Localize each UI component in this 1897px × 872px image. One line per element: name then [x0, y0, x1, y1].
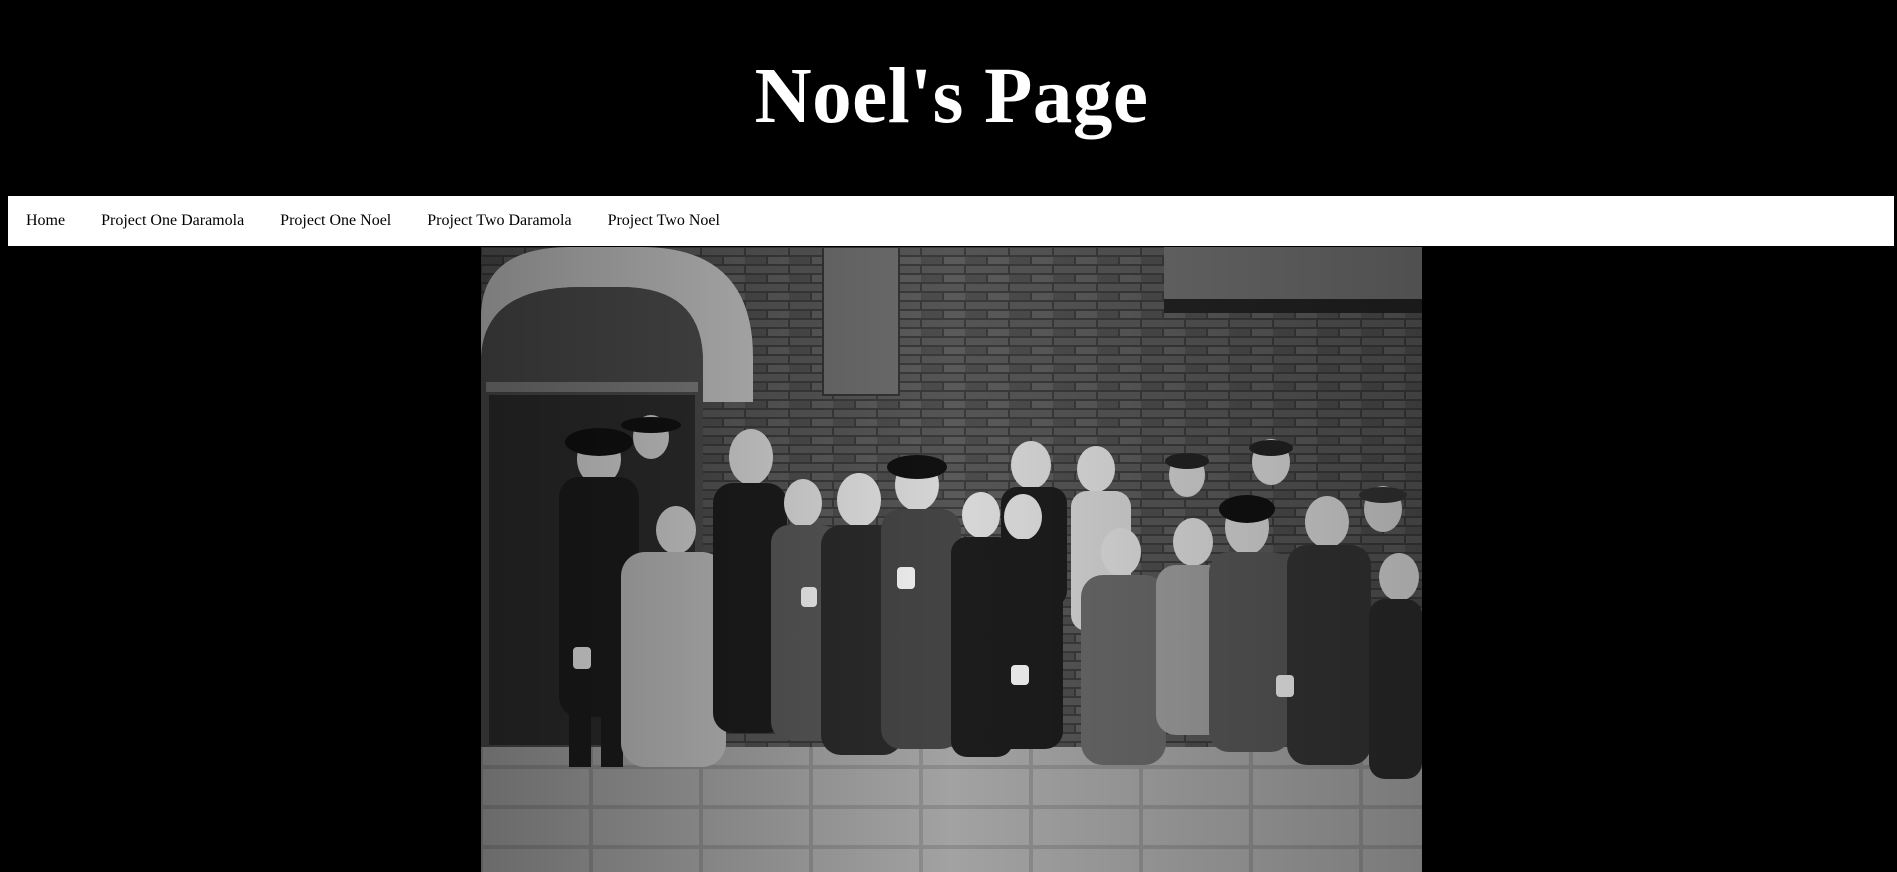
hero-photo: [481, 247, 1422, 872]
nav-link-project-two-daramola[interactable]: Project Two Daramola: [410, 211, 588, 231]
site-header: Noel's Page: [0, 0, 1897, 196]
nav-link-project-two-noel[interactable]: Project Two Noel: [591, 211, 737, 231]
page-title: Noel's Page: [754, 53, 1149, 140]
nav-link-home[interactable]: Home: [17, 211, 82, 231]
nav-link-project-one-noel[interactable]: Project One Noel: [263, 211, 408, 231]
main-navigation: Home Project One Daramola Project One No…: [8, 196, 1894, 246]
nav-link-project-one-daramola[interactable]: Project One Daramola: [84, 211, 261, 231]
children-in-line-photo-icon: [481, 247, 1422, 872]
